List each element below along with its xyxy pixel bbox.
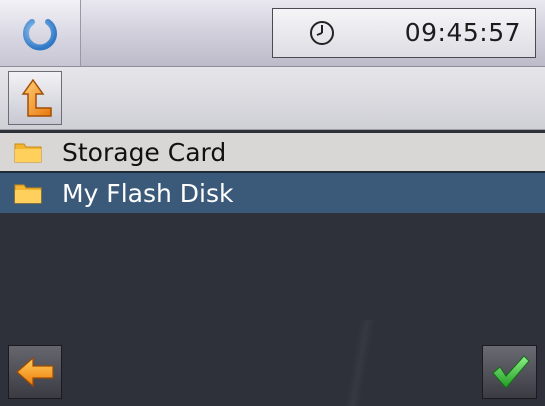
power-button[interactable] — [0, 0, 81, 66]
back-arrow-icon — [16, 356, 54, 388]
folder-browser-screen: 09:45:57 Storage Card My Flash Disk — [0, 0, 545, 406]
list-item-label: My Flash Disk — [62, 178, 234, 208]
clock-time: 09:45:57 — [404, 18, 521, 47]
folder-up-icon — [21, 78, 52, 117]
folder-icon — [14, 143, 42, 163]
list-item-my-flash-disk[interactable]: My Flash Disk — [0, 173, 545, 213]
file-list: Storage Card My Flash Disk — [0, 133, 545, 213]
clock-display: 09:45:57 — [272, 8, 536, 58]
top-bar: 09:45:57 — [0, 0, 545, 67]
list-item-label: Storage Card — [62, 137, 227, 167]
folder-icon — [14, 184, 42, 204]
folder-up-button[interactable] — [8, 71, 62, 125]
confirm-button[interactable] — [482, 345, 537, 399]
checkmark-icon — [491, 355, 530, 389]
screen-glare — [330, 320, 390, 406]
clock-icon — [310, 21, 334, 45]
list-item-storage-card[interactable]: Storage Card — [0, 133, 545, 173]
back-button[interactable] — [8, 345, 62, 399]
navigation-bar — [0, 67, 545, 130]
power-icon — [23, 13, 57, 51]
